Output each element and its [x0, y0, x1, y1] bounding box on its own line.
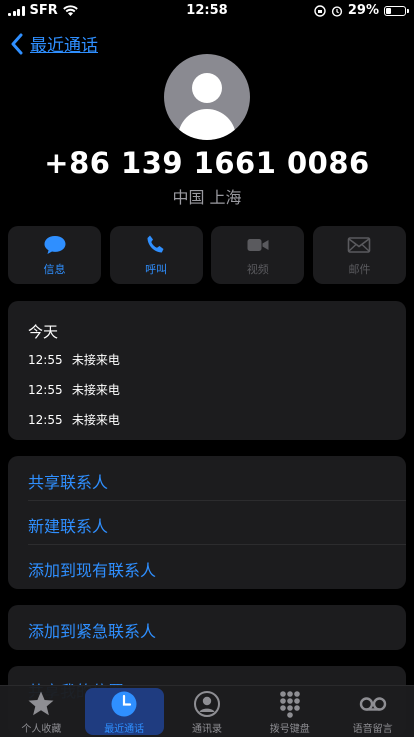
back-button[interactable]: 最近通话	[10, 31, 98, 56]
history-entry: 12:55 未接来电	[28, 351, 120, 368]
call-button[interactable]: 呼叫	[109, 226, 203, 284]
mail-icon	[348, 236, 371, 253]
history-type: 未接来电	[71, 413, 120, 427]
tab-label: 拨号键盘	[269, 724, 310, 735]
call-label: 呼叫	[145, 262, 168, 276]
mail-label: 邮件	[348, 262, 371, 276]
phone-number: +86 139 1661 0086	[44, 146, 370, 180]
video-icon	[247, 238, 269, 251]
video-label: 视频	[246, 262, 269, 276]
avatar-body	[178, 109, 236, 140]
video-button[interactable]: 视频	[211, 226, 305, 284]
history-type: 未接来电	[71, 353, 120, 367]
mail-button[interactable]: 邮件	[312, 226, 406, 284]
tab-voicemail[interactable]: 语音留言	[331, 686, 414, 737]
message-button[interactable]: 信息	[8, 226, 101, 284]
history-time: 12:55	[28, 383, 63, 397]
history-entry: 12:55 未接来电	[28, 381, 120, 398]
alarm-icon	[331, 5, 342, 17]
new-contact-button[interactable]: 新建联系人	[28, 513, 406, 537]
tab-label: 最近通话	[104, 724, 145, 735]
orientation-lock-icon	[314, 4, 326, 17]
action-row: 信息 呼叫 视频 邮件	[8, 226, 406, 284]
tab-label: 语音留言	[352, 724, 393, 735]
contact-options-card: 共享联系人 新建联系人 添加到现有联系人	[8, 456, 406, 589]
number-location: 中国 上海	[172, 188, 242, 207]
status-right: 29%	[314, 3, 409, 18]
tab-recents[interactable]: 最近通话	[83, 686, 166, 737]
chevron-left-icon	[11, 33, 23, 54]
tab-contacts[interactable]: 通讯录	[166, 686, 249, 737]
keypad-icon	[279, 691, 300, 718]
share-contact-button[interactable]: 共享联系人	[28, 469, 406, 493]
contacts-icon	[193, 691, 220, 717]
avatar-head	[192, 73, 222, 103]
divider	[28, 544, 406, 545]
history-time: 12:55	[28, 413, 63, 427]
tab-keypad[interactable]: 拨号键盘	[248, 686, 331, 737]
back-label: 最近通话	[30, 36, 98, 56]
tab-label: 个人收藏	[21, 724, 62, 735]
message-icon	[44, 235, 65, 254]
call-history-card: 今天 12:55 未接来电 12:55 未接来电 12:55 未接来电	[8, 301, 406, 440]
history-entry: 12:55 未接来电	[28, 411, 120, 428]
message-label: 信息	[43, 262, 66, 276]
phone-icon	[147, 235, 164, 252]
tab-label: 通讯录	[191, 724, 222, 735]
divider	[28, 500, 406, 501]
star-icon	[28, 691, 54, 716]
history-day: 今天	[28, 323, 59, 341]
battery-percent: 29%	[347, 3, 379, 18]
add-to-emergency-contact-button[interactable]: 添加到紧急联系人	[28, 618, 406, 642]
tab-bar: 个人收藏 最近通话 通讯录 拨号键盘 语音留言	[0, 685, 414, 737]
emergency-card: 添加到紧急联系人	[8, 605, 406, 650]
add-to-existing-contact-button[interactable]: 添加到现有联系人	[28, 557, 406, 581]
avatar	[164, 54, 250, 140]
history-type: 未接来电	[71, 383, 120, 397]
battery-icon	[384, 5, 409, 16]
clock-icon	[111, 691, 137, 717]
tab-favorites[interactable]: 个人收藏	[0, 686, 83, 737]
history-time: 12:55	[28, 353, 63, 367]
voicemail-icon	[359, 697, 386, 711]
status-bar: SFR 12:58 29%	[0, 0, 414, 22]
